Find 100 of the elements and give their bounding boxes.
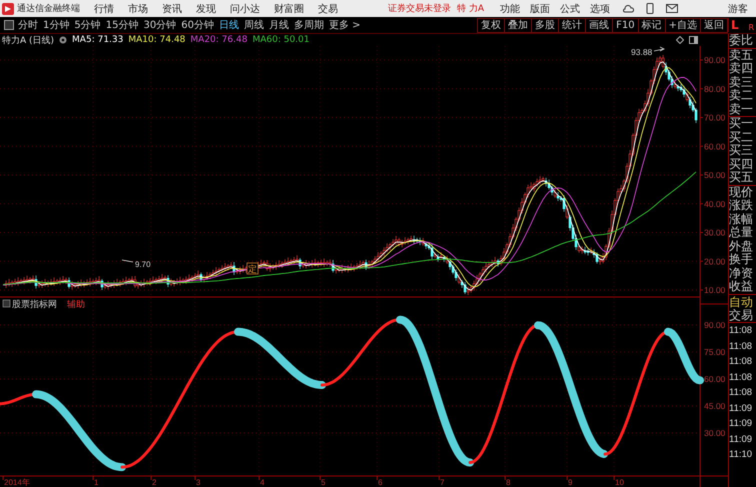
quote-label: 收益 <box>729 280 754 294</box>
login-status[interactable]: 证券交易未登录 <box>388 2 451 15</box>
event-marker[interactable]: 定 <box>246 262 258 275</box>
quote-label: 涨幅 <box>729 212 754 226</box>
quote-label: 买四 <box>729 158 754 171</box>
toolbar-button[interactable]: F10 <box>612 18 638 32</box>
tool-menu-item[interactable]: 功能 <box>500 2 520 16</box>
time-axis-label: 6 <box>378 478 382 487</box>
quote-label: 买一 <box>729 117 754 130</box>
toolbar-button[interactable]: 标记 <box>638 18 665 32</box>
tool-menu-item[interactable]: 公式 <box>560 2 580 16</box>
menu-item[interactable]: 财富圈 <box>274 2 304 16</box>
trade-time: 11:10 <box>729 448 754 462</box>
trade-time: 11:08 <box>729 355 754 369</box>
period-tab[interactable]: 30分钟 <box>143 18 176 32</box>
toolbar-button[interactable]: 复权 <box>477 18 504 32</box>
indicator-axis-label: 45.00 <box>704 401 726 411</box>
toolbar-button[interactable]: 统计 <box>558 18 586 32</box>
time-axis-label: 2 <box>152 478 156 487</box>
quote-label: 总量 <box>729 226 754 240</box>
tool-menu-item[interactable]: 版面 <box>530 2 550 16</box>
period-tab[interactable]: 1分钟 <box>43 18 70 32</box>
time-axis-label: 1 <box>94 478 98 487</box>
toolbar-button[interactable]: +自选 <box>664 18 700 32</box>
indicator-tag: 辅助 <box>67 300 85 310</box>
indicator-axis-label: 75.00 <box>704 347 726 357</box>
indicator-name[interactable]: 股票指标网 <box>12 300 57 310</box>
period-tab[interactable]: 月线 <box>268 18 289 32</box>
quote-label: 卖一 <box>729 102 754 116</box>
quote-label: 外盘 <box>729 240 754 253</box>
trade-time: 11:08 <box>729 386 754 400</box>
price-axis-label: 20.00 <box>704 256 726 266</box>
menu-item[interactable]: 行情 <box>94 2 114 16</box>
indicator-value: MA10: 74.48 <box>128 35 186 45</box>
tool-menu-item[interactable]: 选项 <box>590 2 610 16</box>
indicator-axis-label: 30.00 <box>704 428 726 438</box>
time-axis-label: 10 <box>615 478 624 487</box>
user-name[interactable]: 游客 <box>728 2 748 16</box>
price-axis-label: 10.00 <box>704 285 726 295</box>
price-axis-label: 40.00 <box>704 198 726 209</box>
indicator-axis-label: 60.00 <box>704 374 726 384</box>
quote-label: 现价 <box>729 186 754 199</box>
time-axis-label: 2014年 <box>4 478 30 487</box>
menu-item[interactable]: 发现 <box>196 2 216 16</box>
quote-label: 涨跌 <box>729 199 754 212</box>
quote-label: 买三 <box>729 144 754 158</box>
app-title: 通达信金融终端 <box>17 2 80 15</box>
indicator-value: MA5: 71.33 <box>72 35 124 45</box>
menu-item[interactable]: 市场 <box>128 2 148 16</box>
menu-item[interactable]: 交易 <box>318 2 338 16</box>
quote-label: 卖四 <box>729 62 754 76</box>
period-tab[interactable]: 日线 <box>218 18 239 32</box>
menu-item[interactable]: 问小达 <box>230 2 260 16</box>
quote-label: 净资 <box>729 266 754 280</box>
trade-time: 11:09 <box>729 417 754 431</box>
time-axis-label: 5 <box>321 478 326 487</box>
stock-title: 特力A (日线) <box>2 34 54 46</box>
toolbar-button[interactable]: 多股 <box>531 18 558 32</box>
toolbar-button[interactable]: 返回 <box>700 18 728 32</box>
price-axis-label: 70.00 <box>704 112 726 122</box>
quote-label: 卖三 <box>729 76 754 89</box>
price-axis-label: 30.00 <box>704 228 726 238</box>
menu-item[interactable]: 资讯 <box>162 2 182 16</box>
toolbar-button[interactable]: 画线 <box>585 18 612 32</box>
corner-label: R <box>748 23 754 32</box>
quote-label: 卖二 <box>729 89 754 102</box>
price-axis-label: 50.00 <box>704 170 726 180</box>
time-axis-label: 7 <box>440 478 444 487</box>
time-axis-label: 9 <box>568 478 572 487</box>
price-axis-label: 80.00 <box>704 84 726 94</box>
corner-label: L <box>731 18 739 32</box>
period-tab[interactable]: 周线 <box>244 18 264 32</box>
indicator-value: MA60: 50.01 <box>252 35 310 45</box>
stock-name: 特 力A <box>457 2 484 15</box>
price-axis-label: 90.00 <box>704 55 726 65</box>
period-tab[interactable]: 分时 <box>18 18 38 32</box>
quote-label: 买二 <box>729 130 754 144</box>
quote-label: 换手 <box>729 253 754 266</box>
quote-label[interactable]: 自动 <box>729 294 756 308</box>
toolbar-button[interactable]: 叠加 <box>504 18 532 32</box>
indicator-value: MA20: 76.48 <box>190 35 248 45</box>
trade-time: 11:09 <box>729 402 754 416</box>
trade-time: 11:09 <box>729 432 754 446</box>
trade-time: 11:08 <box>729 324 754 338</box>
quote-label: 卖五 <box>729 48 754 62</box>
period-tab[interactable]: 多周期 <box>294 18 324 32</box>
time-axis-label: 4 <box>260 478 264 487</box>
time-axis-label: 8 <box>506 478 510 487</box>
quote-label: 交易 <box>729 308 754 322</box>
period-tab[interactable]: 60分钟 <box>181 18 214 32</box>
quote-label: 委比 <box>729 34 754 48</box>
price-axis-label: 60.00 <box>704 141 726 152</box>
period-tab[interactable]: 更多 > <box>328 18 361 32</box>
indicator-axis-label: 90.00 <box>704 320 726 330</box>
trade-time: 11:08 <box>729 370 754 384</box>
time-axis-label: 3 <box>196 478 200 487</box>
period-tab[interactable]: 5分钟 <box>74 18 101 32</box>
quote-label: 买五 <box>729 171 754 184</box>
trade-time: 11:08 <box>729 340 754 354</box>
period-tab[interactable]: 15分钟 <box>106 18 138 32</box>
